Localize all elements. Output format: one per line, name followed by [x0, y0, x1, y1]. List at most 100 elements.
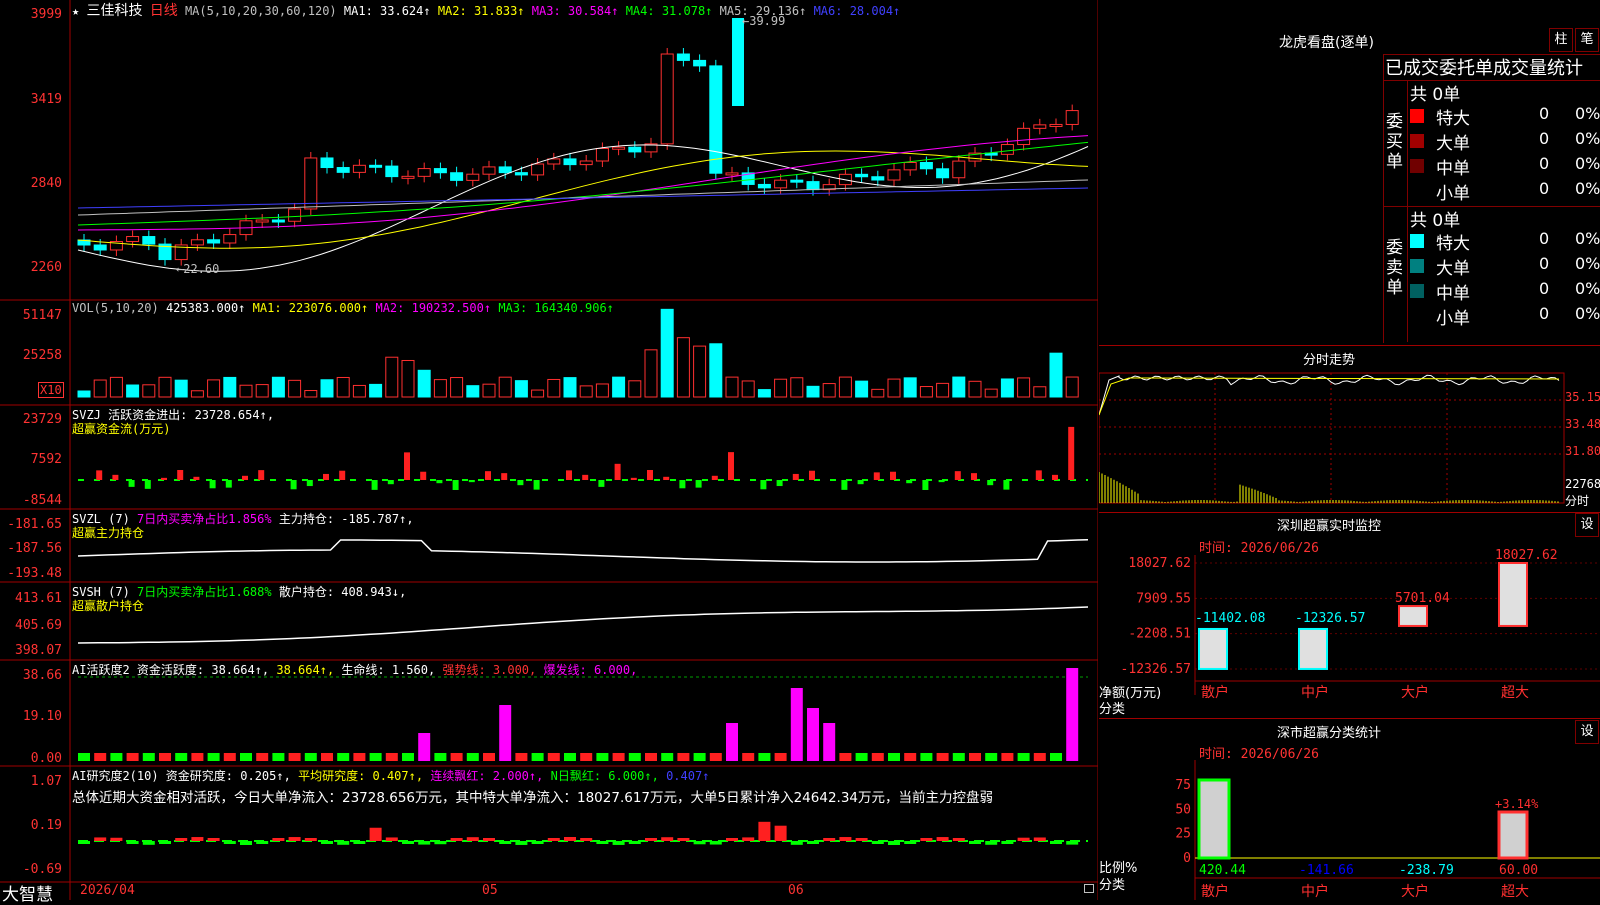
research-bar: [223, 841, 236, 844]
svzj-bar: [987, 480, 994, 486]
candle-body: [725, 172, 739, 176]
stat-header: 已成交委托单成交量统计: [1385, 58, 1583, 79]
candle-body: [466, 173, 480, 181]
monitor-value-label: -11402.08: [1195, 611, 1265, 626]
svzj-bar: [809, 470, 815, 480]
research-bar: [855, 838, 868, 841]
brand-label[interactable]: 大智慧: [2, 880, 53, 905]
vol-bar: [190, 390, 204, 398]
svzj-bar: [1035, 470, 1042, 480]
research-bar: [126, 841, 139, 844]
candle-body: [952, 160, 966, 179]
ai-bar: [191, 753, 204, 761]
svzj-bar: [760, 480, 767, 490]
vol-bar: [450, 377, 464, 398]
ai-v2: 38.664↑,: [276, 663, 335, 677]
row-name: 中单: [1436, 159, 1470, 179]
research-bar: [450, 838, 463, 841]
vol-bar: [433, 379, 447, 398]
row-count: 0: [1539, 129, 1550, 148]
vol-bar: [417, 369, 431, 398]
svsh-axis-3: 398.07: [15, 643, 62, 658]
right-panel: 龙虎看盘(逐单) 柱 笔 已成交委托单成交量统计 委买单 委卖单 共 0单 共 …: [1099, 0, 1600, 900]
ai-bar: [952, 753, 965, 761]
ai-bar: [823, 723, 836, 761]
candle-body: [1000, 144, 1014, 155]
ai-bar: [774, 753, 787, 761]
pen-mode-button[interactable]: 笔: [1575, 28, 1599, 52]
monitor-value-label: 18027.62: [1495, 548, 1558, 563]
research-bar: [985, 841, 998, 845]
candle-body: [919, 162, 933, 170]
research-bar: [369, 827, 382, 841]
vol-bar: [563, 377, 577, 398]
period-label[interactable]: 日线: [150, 3, 178, 19]
ai-bar: [94, 753, 107, 761]
svzj-bar: [598, 480, 605, 487]
buy-total: 共 0单: [1410, 85, 1461, 105]
svzj-bar: [906, 480, 913, 484]
candle-body: [271, 219, 285, 223]
research-bar: [790, 841, 803, 845]
class-axis-label: 0: [1183, 851, 1191, 866]
svzj-bar: [890, 471, 896, 480]
vol-bar: [498, 376, 512, 398]
svzj-bar: [922, 480, 929, 490]
vol-bar: [401, 359, 415, 398]
candle-body: [612, 146, 626, 150]
vol-label: VOL(5,10,20): [72, 301, 159, 315]
ai-bar: [353, 753, 366, 761]
vol-bar: [709, 343, 723, 398]
svzl-line: [77, 538, 1089, 563]
svzj-axis-3: -8544: [22, 493, 62, 508]
ai-bar: [1066, 668, 1079, 761]
ai-axis-3: 0.00: [30, 751, 62, 766]
ai-bar: [159, 753, 171, 761]
vol-bar: [612, 376, 626, 398]
class-category-label: 超大: [1501, 884, 1529, 900]
sell-label: 委卖单: [1386, 238, 1403, 298]
svzj-bar: [971, 473, 977, 480]
svzj-bar: [792, 473, 799, 480]
vol-bar: [385, 356, 399, 398]
candle-body: [369, 164, 383, 168]
research-bar: [920, 838, 933, 841]
vol-bar: [271, 376, 285, 398]
row-count: 0: [1539, 179, 1550, 198]
ai-bar: [1017, 753, 1030, 761]
row-pct: 0%: [1575, 154, 1600, 173]
row-swatch: [1410, 109, 1424, 123]
candle-body: [709, 65, 723, 174]
svzj-bar: [533, 480, 540, 490]
monitor-top-border: [1099, 512, 1600, 513]
svzj-bar: [452, 480, 459, 490]
svzl-axis-3: -193.48: [7, 566, 62, 581]
class-pct-label: +3.14%: [1495, 797, 1539, 811]
monitor-settings-button[interactable]: 设: [1575, 513, 1599, 537]
row-count: 0: [1539, 229, 1550, 248]
bar-mode-button[interactable]: 柱: [1549, 28, 1573, 52]
vol-bar: [936, 382, 950, 398]
candle-body: [385, 165, 399, 178]
svzj-bar: [177, 470, 184, 480]
vol-bar: [255, 384, 269, 398]
ai-bar: [936, 753, 949, 761]
research-bar: [531, 841, 544, 844]
svzj-bar: [128, 480, 135, 487]
star-icon[interactable]: ★: [72, 4, 79, 18]
ai-axis-2: 19.10: [22, 709, 62, 724]
research-bar: [677, 838, 690, 841]
lock-icon[interactable]: [1084, 884, 1094, 893]
svsh-axis-2: 405.69: [15, 618, 62, 633]
ai-axis-1: 38.66: [22, 668, 62, 683]
class-category-label: 中户: [1301, 883, 1329, 900]
row-name: 小单: [1436, 184, 1470, 204]
research-bar: [1033, 837, 1046, 841]
vol-bar: [547, 378, 561, 398]
svzl-sub: 超赢主力持仓: [72, 526, 145, 540]
research-bar: [337, 841, 350, 845]
row-name: 中单: [1436, 284, 1470, 304]
ma3-value: MA3: 30.584↑: [531, 4, 619, 18]
monitor-bar: [1498, 562, 1528, 627]
main-chart-area[interactable]: 3999 3419 2840 2260 ★ 三佳科技 日线 MA(5,10,20…: [0, 0, 1098, 905]
